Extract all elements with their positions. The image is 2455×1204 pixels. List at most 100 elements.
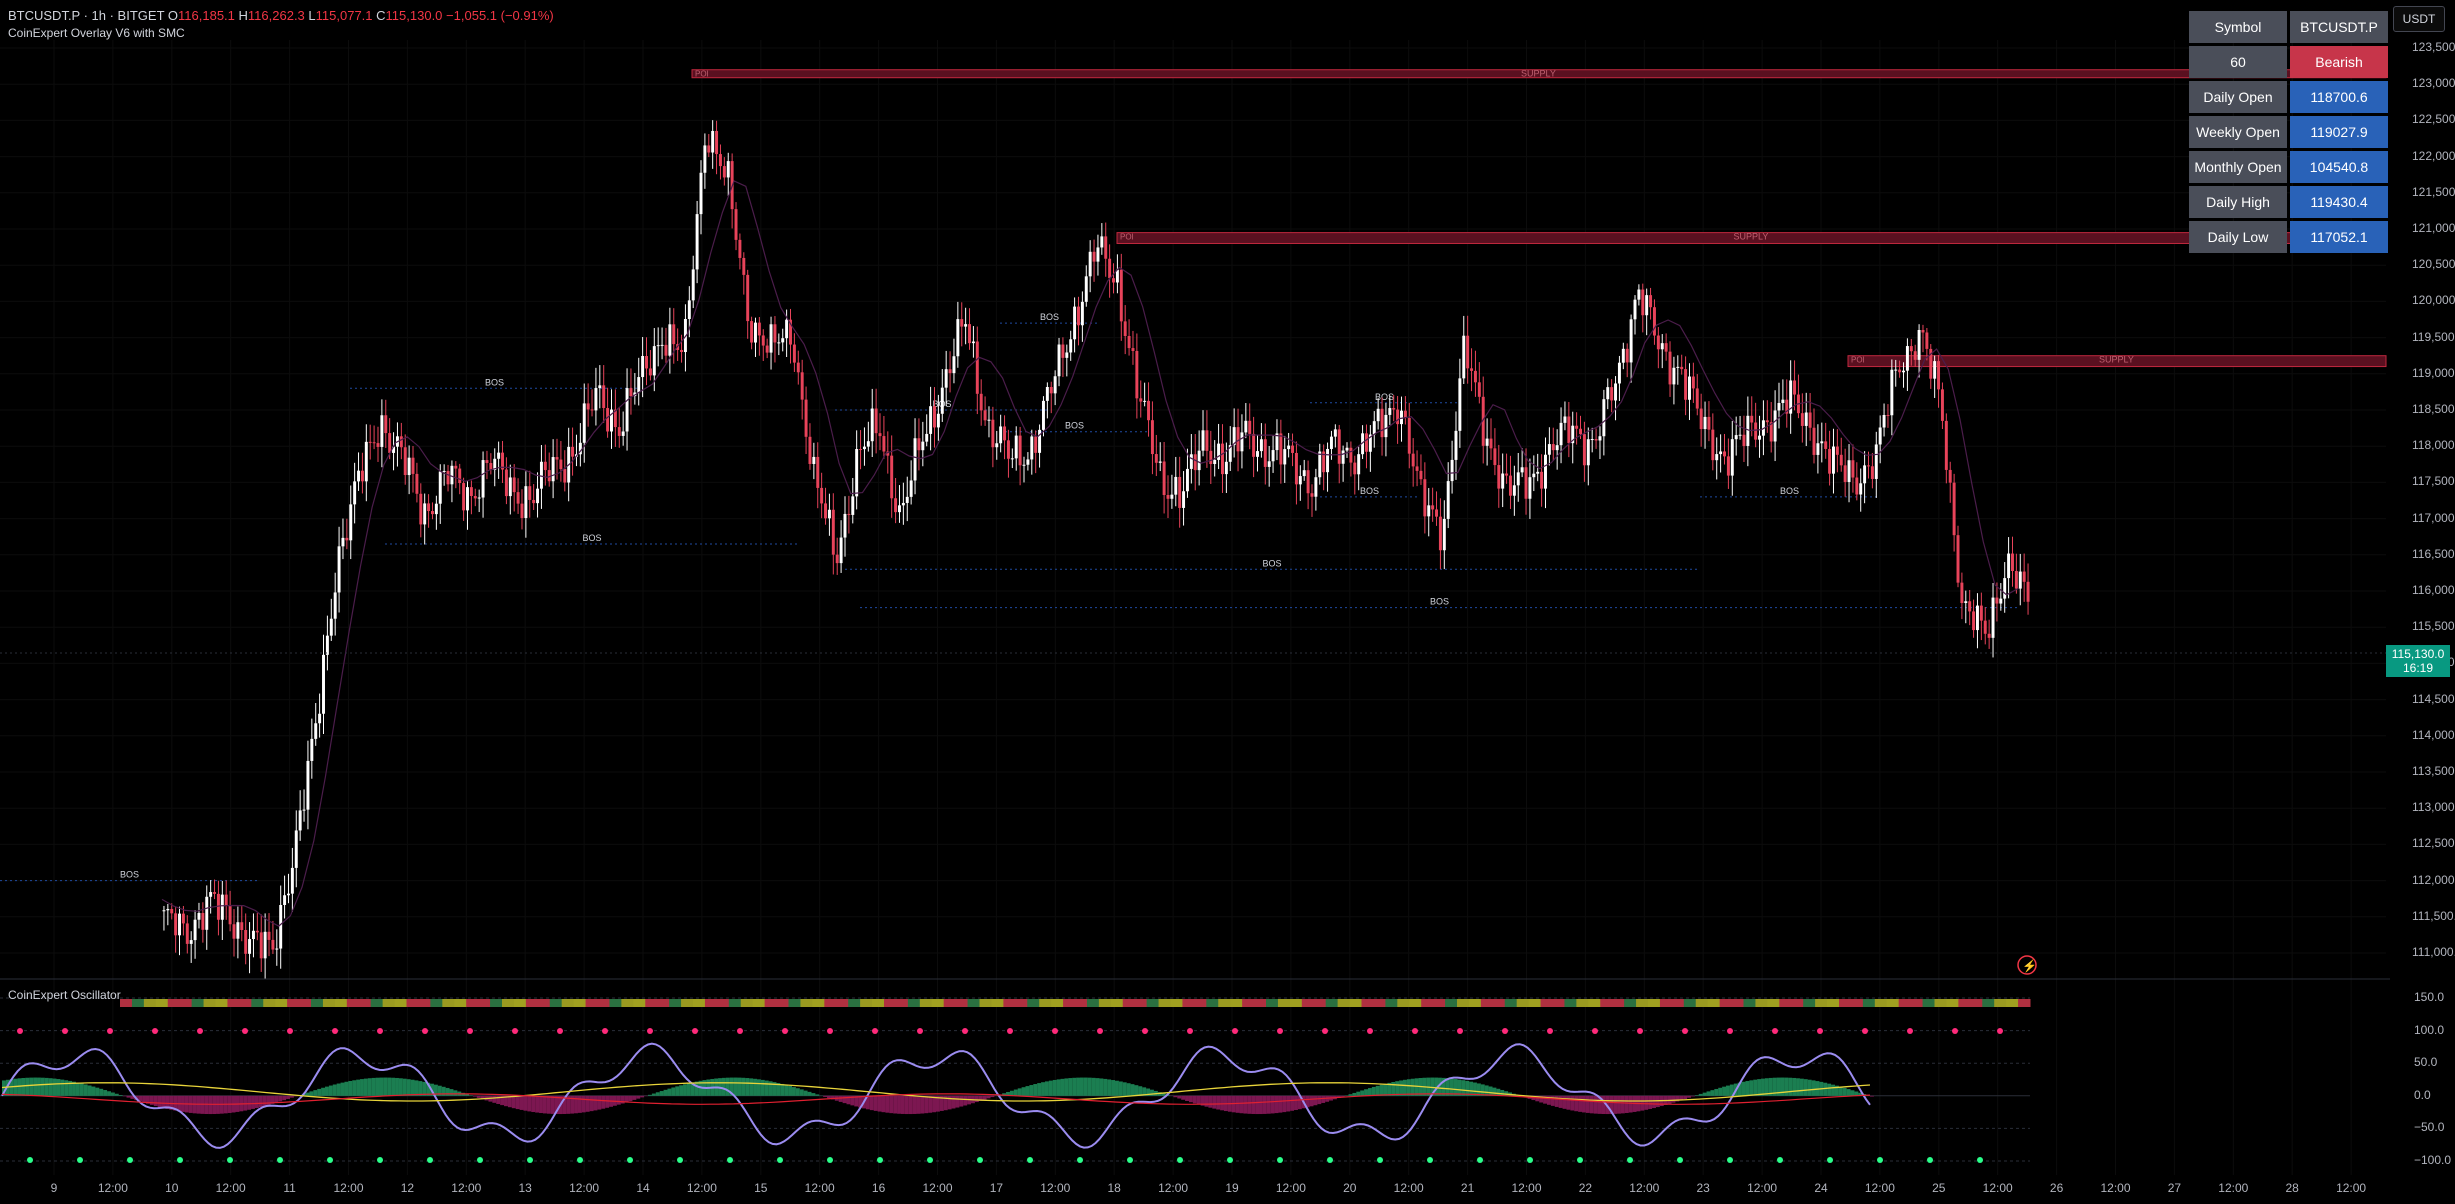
currency-button[interactable]: USDT bbox=[2393, 6, 2445, 32]
osc-buy-dot bbox=[127, 1157, 133, 1163]
osc-histogram-bar bbox=[379, 1077, 384, 1096]
lightning-glyph: ⚡ bbox=[2022, 959, 2037, 973]
osc-sell-dot bbox=[62, 1028, 68, 1034]
candle-body bbox=[162, 910, 166, 912]
candle-body bbox=[1621, 348, 1625, 363]
osc-histogram-bar bbox=[593, 1095, 598, 1111]
osc-histogram-bar bbox=[1068, 1078, 1073, 1096]
candle-body bbox=[1660, 343, 1664, 350]
osc-heat-cell bbox=[693, 999, 706, 1007]
candle-body bbox=[1582, 434, 1586, 466]
osc-histogram-bar bbox=[1383, 1083, 1388, 1096]
candle-body bbox=[746, 274, 750, 322]
time-tick: 12:00 bbox=[2218, 1181, 2249, 1195]
candle-body bbox=[290, 867, 294, 894]
osc-histogram-bar bbox=[1348, 1094, 1353, 1096]
osc-histogram-bar bbox=[581, 1095, 586, 1113]
osc-histogram-bar bbox=[1488, 1086, 1493, 1096]
osc-histogram-bar bbox=[1683, 1095, 1688, 1099]
osc-sell-dot bbox=[1547, 1028, 1553, 1034]
candle-body bbox=[925, 433, 929, 442]
osc-sell-dot bbox=[197, 1028, 203, 1034]
time-tick: 25 bbox=[1932, 1181, 1946, 1195]
oscillator-title[interactable]: CoinExpert Oscillator bbox=[8, 988, 121, 1002]
candle-body bbox=[1088, 251, 1092, 277]
osc-histogram-bar bbox=[1313, 1095, 1318, 1106]
osc-histogram-bar bbox=[1687, 1095, 1691, 1098]
osc-heat-cell bbox=[669, 999, 682, 1007]
candle-body bbox=[1092, 251, 1096, 262]
osc-histogram-bar bbox=[683, 1084, 687, 1096]
candle-body bbox=[1396, 409, 1400, 425]
candle-body bbox=[1960, 582, 1964, 604]
candle-body bbox=[434, 503, 438, 515]
osc-histogram-bar bbox=[278, 1095, 283, 1102]
osc-sell-dot bbox=[1727, 1028, 1733, 1034]
osc-histogram-bar bbox=[344, 1081, 349, 1096]
candle-body bbox=[917, 438, 921, 451]
candle-body bbox=[602, 385, 606, 409]
osc-histogram-bar bbox=[21, 1077, 26, 1096]
candle-body bbox=[1267, 461, 1271, 467]
osc-heat-cell bbox=[1051, 999, 1064, 1007]
candle-body bbox=[952, 356, 956, 374]
osc-histogram-bar bbox=[472, 1095, 477, 1097]
osc-heat-cell bbox=[836, 999, 849, 1007]
price-chart[interactable]: SUPPLY POI SUPPLY POI SUPPLY POI BOS BOS BOS BOS… bbox=[0, 0, 2455, 1204]
osc-heat-cell bbox=[1755, 999, 1768, 1007]
supply-zones: SUPPLY POI SUPPLY POI SUPPLY POI bbox=[691, 69, 2387, 368]
osc-histogram-bar bbox=[282, 1095, 287, 1101]
candle-body bbox=[1921, 329, 1925, 333]
candle-body bbox=[1839, 454, 1843, 466]
osc-histogram-bar bbox=[107, 1091, 111, 1096]
osc-heat-cell bbox=[394, 999, 407, 1007]
candle-body bbox=[983, 410, 987, 421]
candle-body bbox=[1392, 408, 1396, 410]
candle-body bbox=[901, 502, 905, 506]
candle-body bbox=[2018, 571, 2022, 589]
candle-body bbox=[1252, 433, 1256, 457]
time-tick: 12:00 bbox=[686, 1181, 717, 1195]
osc-heat-cell bbox=[537, 999, 551, 1007]
candle-body bbox=[1084, 276, 1088, 302]
osc-histogram-bar bbox=[523, 1095, 528, 1111]
candle-body bbox=[1847, 460, 1851, 482]
candle-body bbox=[1333, 429, 1337, 437]
osc-heat-cell bbox=[1946, 999, 1959, 1007]
osc-heat-cell bbox=[1516, 999, 1530, 1007]
candle-body bbox=[306, 760, 310, 810]
osc-sell-dot bbox=[422, 1028, 428, 1034]
osc-heat-cell bbox=[1671, 999, 1685, 1007]
osc-histogram-bar bbox=[157, 1095, 162, 1107]
osc-histogram-bar bbox=[900, 1095, 905, 1114]
osc-heat-cell bbox=[1325, 999, 1339, 1007]
osc-sell-dot bbox=[1052, 1028, 1058, 1034]
candle-body bbox=[1800, 413, 1804, 426]
osc-histogram-bar bbox=[827, 1095, 831, 1099]
candle-body bbox=[1100, 236, 1104, 248]
price-tick: 117,500.0 bbox=[2412, 474, 2455, 489]
price-tick: 114,000.0 bbox=[2412, 727, 2455, 742]
candle-body bbox=[489, 463, 493, 470]
candle-body bbox=[999, 426, 1003, 444]
osc-histogram-bar bbox=[1270, 1095, 1275, 1114]
osc-histogram-bar bbox=[511, 1095, 516, 1109]
osc-histogram-bar bbox=[1021, 1087, 1026, 1096]
osc-heat-cell bbox=[1254, 999, 1267, 1007]
candle-body bbox=[824, 503, 828, 519]
osc-heat-cell bbox=[1492, 999, 1506, 1007]
candle-body bbox=[411, 457, 415, 474]
candle-body bbox=[715, 130, 719, 155]
osc-histogram-bar bbox=[869, 1095, 874, 1111]
osc-histogram-bar bbox=[873, 1095, 878, 1111]
candle-body bbox=[516, 492, 520, 504]
osc-heat-cell bbox=[502, 999, 515, 1007]
candle-body bbox=[668, 324, 672, 356]
candle-body bbox=[1279, 433, 1283, 465]
osc-histogram-bar bbox=[616, 1095, 621, 1105]
candle-body bbox=[1855, 477, 1859, 495]
osc-histogram-bar bbox=[986, 1095, 991, 1099]
osc-heat-cell bbox=[1433, 999, 1446, 1007]
osc-histogram-bar bbox=[149, 1095, 154, 1105]
candle-body bbox=[929, 406, 933, 434]
